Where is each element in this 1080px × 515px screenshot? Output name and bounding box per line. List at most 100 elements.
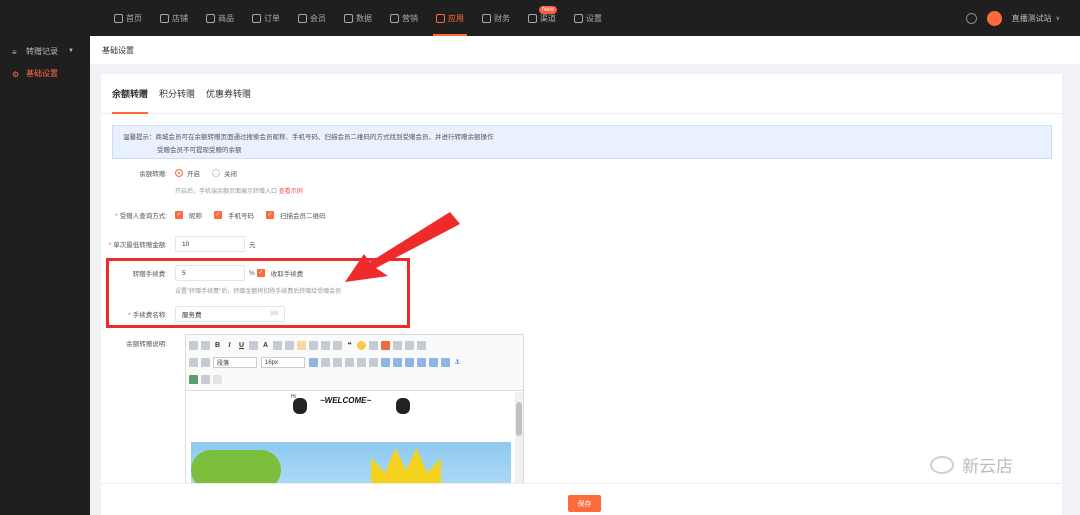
insert-col-icon[interactable] xyxy=(333,358,342,367)
nav-data[interactable]: 数据 xyxy=(335,0,381,36)
tab-points-gift[interactable]: 积分转赠 xyxy=(159,74,195,114)
insert-row-icon[interactable] xyxy=(321,358,330,367)
notice-line-2: 受赠会员不可提现受赠的余额 xyxy=(157,147,242,154)
nav-app[interactable]: 应用 xyxy=(427,0,473,36)
gear-icon xyxy=(574,13,583,23)
image-icon[interactable] xyxy=(381,341,390,350)
query-method-row: * 受赠人查询方式: ✓ 昵称 ✓ 手机号码 ✓ 扫描会员二维码 xyxy=(115,210,326,220)
anchor-icon[interactable]: ⚓ xyxy=(453,358,462,367)
balance-gift-row: 余额转赠: 开启 关闭 xyxy=(101,164,1062,182)
nav-order[interactable]: 订单 xyxy=(243,0,289,36)
line-height-icon[interactable] xyxy=(417,341,426,350)
welcome-text: ~WELCOME~ xyxy=(320,396,372,405)
strikethrough-icon[interactable] xyxy=(249,341,258,350)
table-props-icon[interactable] xyxy=(381,358,390,367)
preview-icon[interactable] xyxy=(201,341,210,350)
paragraph-spacing-icon[interactable] xyxy=(189,358,198,367)
checkbox-qrcode[interactable]: ✓ 扫描会员二维码 xyxy=(266,210,326,220)
checkbox-nickname[interactable]: ✓ 昵称 xyxy=(175,210,202,220)
member-icon xyxy=(298,13,307,23)
checkbox-checked-icon: ✓ xyxy=(214,211,222,219)
app-icon xyxy=(436,13,445,23)
data-icon xyxy=(344,13,353,23)
bold-icon[interactable]: B xyxy=(213,341,222,350)
tab-balance-gift[interactable]: 余额转赠 xyxy=(112,74,149,114)
notice-line-1: 温馨提示：商城会员可在余额转赠页面通过搜索会员昵称、手机号码、扫描会员二维码的方… xyxy=(123,134,494,141)
balance-gift-label: 余额转赠: xyxy=(139,171,167,178)
editor-toolbar: B I U A ❝ 段落 16px ⚓ xyxy=(186,335,523,391)
radio-checked-icon xyxy=(175,169,183,177)
panda-sticker-right xyxy=(396,398,410,414)
link-icon[interactable] xyxy=(369,341,378,350)
radio-on[interactable]: 开启 xyxy=(175,168,200,178)
ordered-list-icon[interactable] xyxy=(321,341,330,350)
breadcrumb: 基础设置 xyxy=(90,36,1080,64)
nav-marketing[interactable]: 营销 xyxy=(381,0,427,36)
underline-icon[interactable]: U xyxy=(237,341,246,350)
highlight-icon[interactable] xyxy=(273,341,282,350)
delete-row-icon[interactable] xyxy=(369,358,378,367)
sidebar-item-gift-records[interactable]: ≡ 转赠记录 ▼ xyxy=(0,41,90,61)
align-center-icon[interactable] xyxy=(297,341,306,350)
nav-member[interactable]: 会员 xyxy=(289,0,335,36)
nav-channel[interactable]: 渠道 New xyxy=(519,0,565,36)
min-amount-label: 单次最低转赠金额: xyxy=(113,242,167,249)
direction-icon[interactable] xyxy=(201,358,210,367)
table-icon[interactable] xyxy=(309,358,318,367)
align-right-icon[interactable] xyxy=(309,341,318,350)
scrollbar-thumb[interactable] xyxy=(516,402,522,436)
print-icon[interactable] xyxy=(201,375,210,384)
watermark: 新云店 xyxy=(930,452,1013,477)
page-break-icon[interactable] xyxy=(213,375,222,384)
tab-coupon-gift[interactable]: 优惠券转赠 xyxy=(206,74,251,114)
insert-image-icon[interactable] xyxy=(189,375,198,384)
tab-bar: 余额转赠 积分转赠 优惠券转赠 xyxy=(101,74,1062,114)
avatar[interactable] xyxy=(986,10,1002,26)
table-after-icon[interactable] xyxy=(429,358,438,367)
emoji-icon[interactable] xyxy=(357,341,366,350)
min-amount-unit: 元 xyxy=(249,242,256,249)
html-source-icon[interactable] xyxy=(189,341,198,350)
table-before-icon[interactable] xyxy=(417,358,426,367)
user-name[interactable]: 直播测试站 xyxy=(1012,13,1052,24)
italic-icon[interactable]: I xyxy=(225,341,234,350)
new-badge: New xyxy=(538,6,557,14)
quote-icon[interactable]: ❝ xyxy=(345,341,354,350)
table-border-icon[interactable] xyxy=(441,358,450,367)
align-left-icon[interactable] xyxy=(285,341,294,350)
delete-table-icon[interactable] xyxy=(405,358,414,367)
panda-sticker-left xyxy=(293,398,307,414)
balance-gift-hint-row: 开启后，手机端余额页面展示转赠入口 查看示例 xyxy=(101,181,1062,199)
watermark-text: 新云店 xyxy=(962,457,1013,476)
unordered-list-icon[interactable] xyxy=(333,341,342,350)
balance-gift-hint: 开启后，手机端余额页面展示转赠入口 查看示例 xyxy=(175,188,303,195)
save-button[interactable]: 保存 xyxy=(568,495,601,512)
rich-text-editor[interactable]: B I U A ❝ 段落 16px ⚓ Hi ~WELCOME~ xyxy=(185,334,524,504)
cell-props-icon[interactable] xyxy=(393,358,402,367)
nav-goods[interactable]: 商品 xyxy=(197,0,243,36)
eraser-icon[interactable] xyxy=(393,341,402,350)
top-right-area: 直播测试站 ∨ xyxy=(965,0,1060,36)
font-size-select[interactable]: 16px xyxy=(261,357,305,368)
radio-off[interactable]: 关闭 xyxy=(212,168,237,178)
nav-finance[interactable]: 财务 xyxy=(473,0,519,36)
checkbox-phone[interactable]: ✓ 手机号码 xyxy=(214,210,254,220)
footer-bar: 保存 xyxy=(101,483,1062,515)
nav-settings[interactable]: 设置 xyxy=(565,0,611,36)
notice-box: 温馨提示：商城会员可在余额转赠页面通过搜索会员昵称、手机号码、扫描会员二维码的方… xyxy=(112,125,1052,159)
merge-cells-icon[interactable] xyxy=(345,358,354,367)
indent-icon[interactable] xyxy=(405,341,414,350)
view-example-link[interactable]: 查看示例 xyxy=(279,189,303,195)
sidebar-item-basic-settings[interactable]: ⚙ 基础设置 xyxy=(0,63,90,83)
nav-home[interactable]: 首页 xyxy=(105,0,151,36)
nav-store[interactable]: 店铺 xyxy=(151,0,197,36)
font-color-icon[interactable]: A xyxy=(261,341,270,350)
radio-unchecked-icon xyxy=(212,169,220,177)
top-nav-bar: 首页 店铺 商品 订单 会员 数据 营销 应用 财务 渠道 New 设置 直播测试… xyxy=(0,0,1080,36)
min-amount-input[interactable]: 10 xyxy=(175,236,245,252)
split-cells-icon[interactable] xyxy=(357,358,366,367)
wechat-icon xyxy=(930,455,954,474)
paragraph-select[interactable]: 段落 xyxy=(213,357,257,368)
chevron-down-icon[interactable]: ∨ xyxy=(1056,15,1060,22)
download-icon[interactable] xyxy=(965,12,977,24)
